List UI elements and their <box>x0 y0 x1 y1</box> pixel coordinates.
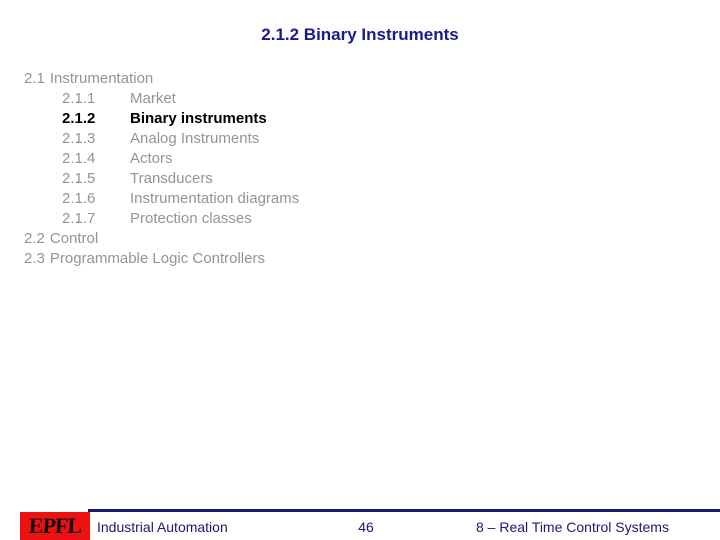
list-item[interactable]: 2.1.3 Analog Instruments <box>24 129 684 149</box>
outline-label: Actors <box>130 150 173 167</box>
outline-number: 2.1.5 <box>62 170 96 187</box>
epfl-logo-text: EPFL <box>28 513 82 538</box>
footer-page-number: 46 <box>358 519 374 535</box>
outline-number: 2.1.4 <box>62 150 96 167</box>
outline-number: 2.1.1 <box>62 90 96 107</box>
outline-label: Transducers <box>130 170 213 187</box>
slide-canvas: 2.1.2 Binary Instruments 2.1 Instrumentat… <box>0 0 720 540</box>
outline-number: 2.3 <box>24 250 45 267</box>
outline-label: Market <box>130 90 176 107</box>
page-title: 2.1.2 Binary Instruments <box>261 25 459 44</box>
outline-label: Protection classes <box>130 210 252 227</box>
outline-label: Instrumentation diagrams <box>130 190 300 207</box>
outline-label: Analog Instruments <box>130 130 260 147</box>
outline-number: 2.1.3 <box>62 130 96 147</box>
outline-label: Programmable Logic Controllers <box>49 250 265 267</box>
list-item[interactable]: 2.1.5 Transducers <box>24 169 684 189</box>
outline-list: 2.1 Instrumentation 2.1.1 Market 2.1.2 Bina… <box>24 69 684 269</box>
list-item[interactable]: 2.1.1 Market <box>24 89 684 109</box>
outline-label: Binary instruments <box>130 110 267 127</box>
list-item[interactable]: 2.1.4 Actors <box>24 149 684 169</box>
outline-number: 2.2 <box>24 230 45 247</box>
list-item[interactable]: 2.1.6 Instrumentation diagrams <box>24 189 684 209</box>
footer-course-title: Industrial Automation <box>97 519 228 535</box>
list-item-current[interactable]: 2.1.2 Binary instruments <box>24 109 684 129</box>
list-item[interactable]: 2.1.7 Protection classes <box>24 209 684 229</box>
list-item[interactable]: 2.1 Instrumentation <box>24 69 684 89</box>
outline-label: Control <box>49 230 99 247</box>
footer-chapter-title: 8 – Real Time Control Systems <box>476 519 669 535</box>
outline-number: 2.1 <box>24 70 45 87</box>
list-item[interactable]: 2.3 Programmable Logic Controllers <box>24 249 684 269</box>
footer-divider <box>88 509 720 512</box>
outline-number: 2.1.2 <box>62 110 96 127</box>
list-item[interactable]: 2.2 Control <box>24 229 684 249</box>
epfl-logo: EPFL <box>20 512 90 540</box>
outline-number: 2.1.7 <box>62 210 96 227</box>
outline-number: 2.1.6 <box>62 190 96 207</box>
outline-label: Instrumentation <box>49 70 154 87</box>
